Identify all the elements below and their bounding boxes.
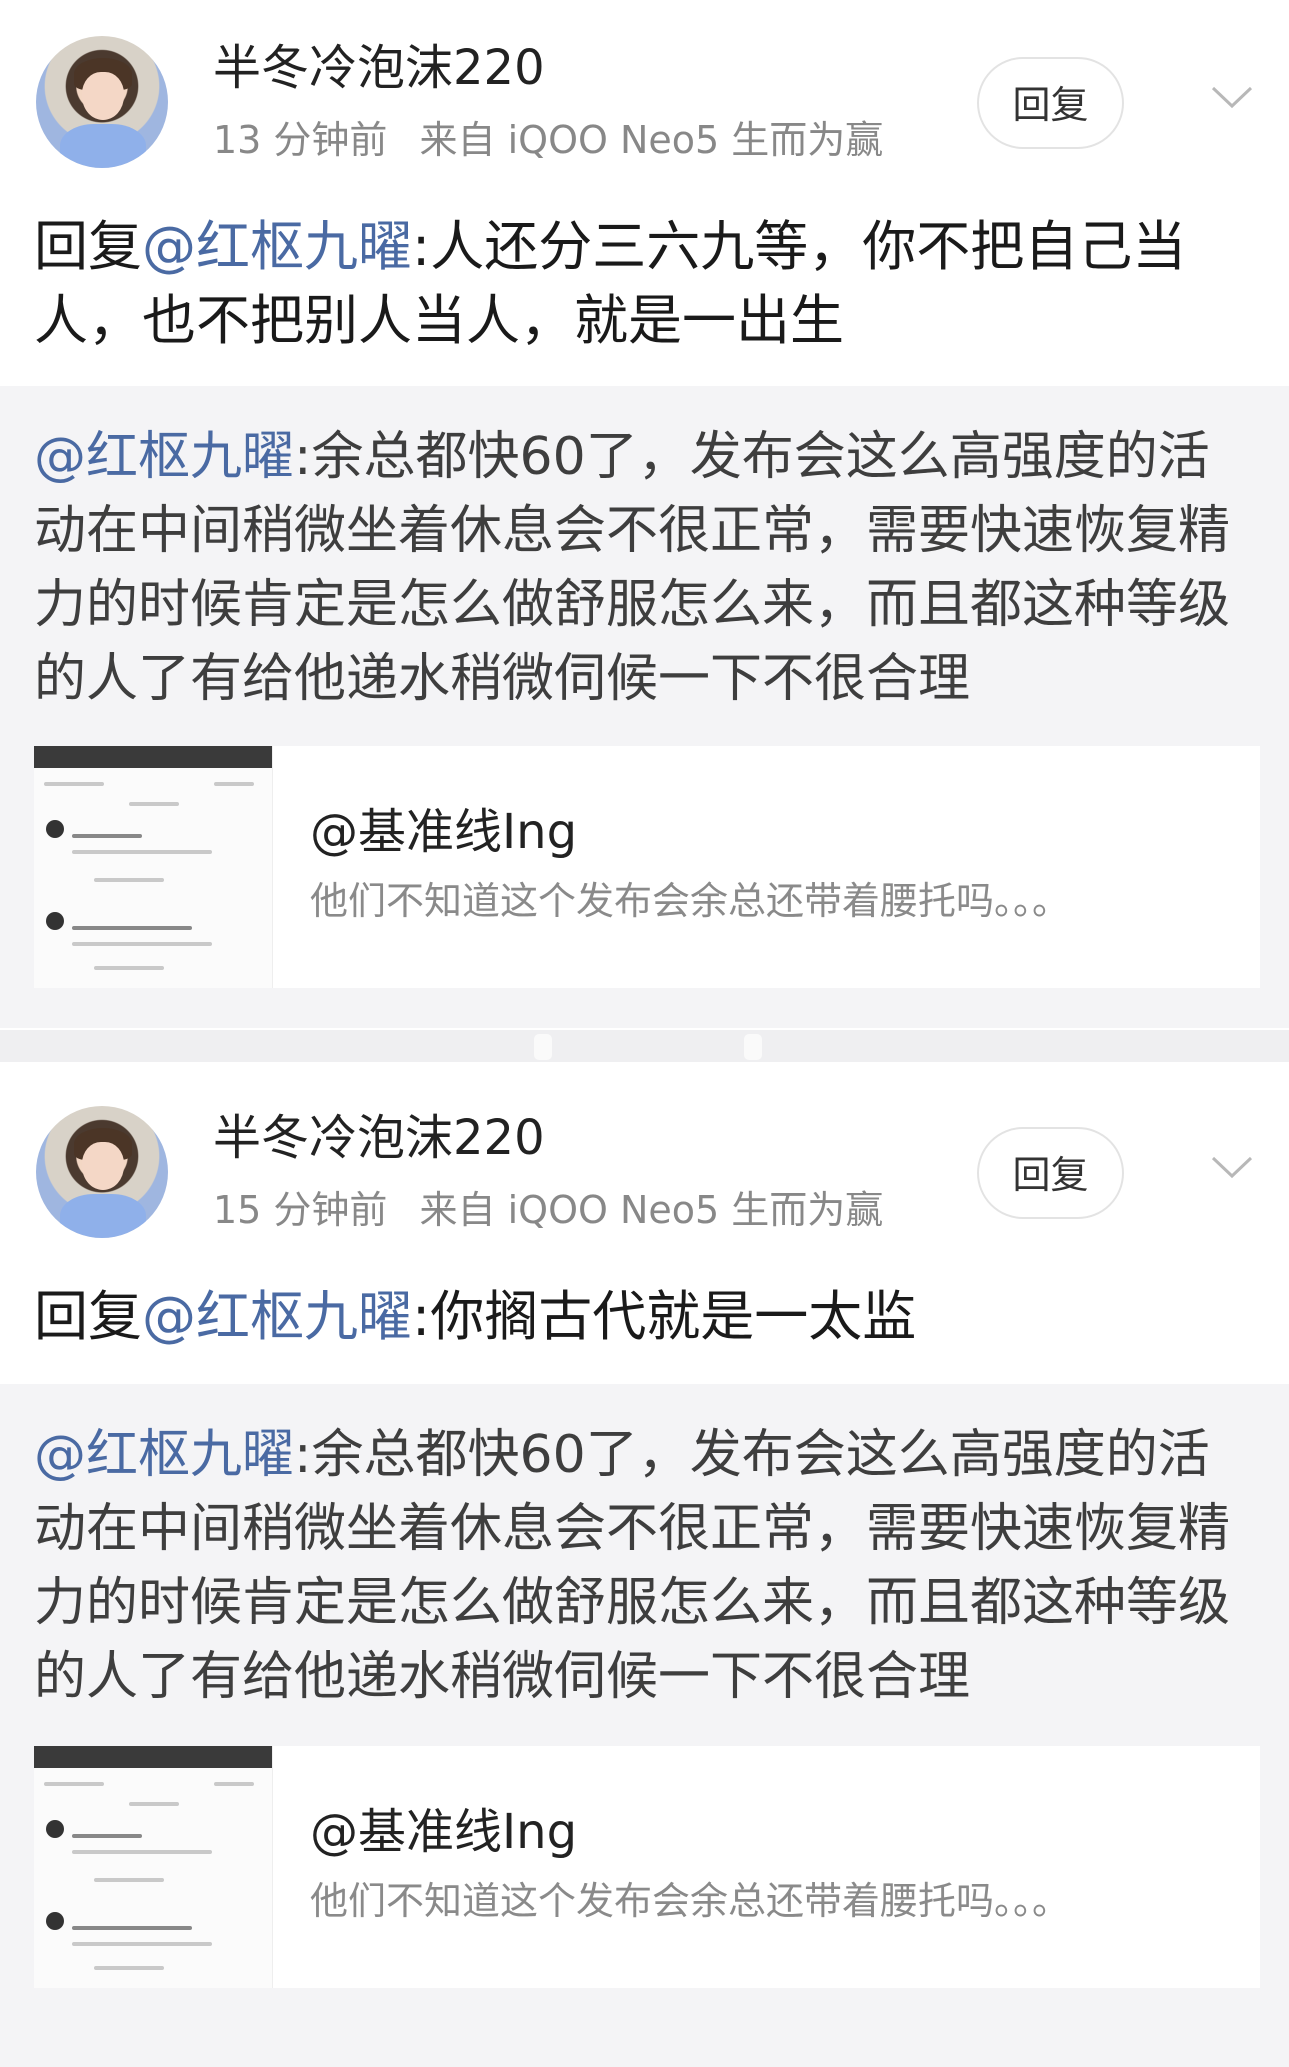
thumbnail-line bbox=[72, 926, 192, 930]
reply-mention-link[interactable]: @红枢九曜 bbox=[142, 1285, 412, 1348]
thumbnail-avatar bbox=[46, 1912, 64, 1930]
comment-source: 来自 iQOO Neo5 生而为赢 bbox=[419, 1188, 884, 1232]
card-thumbnail bbox=[34, 746, 273, 988]
avatar-shirt bbox=[60, 124, 146, 168]
thumbnail-line bbox=[72, 1834, 142, 1838]
username[interactable]: 半冬冷泡沫220 bbox=[213, 1108, 545, 1168]
reply-text: 回复@红枢九曜:人还分三六九等，你不把自己当人，也不把别人当人，就是一出生 bbox=[34, 210, 1244, 358]
comment-time: 15 分钟前 bbox=[213, 1188, 388, 1232]
link-card[interactable]: @基准线Ing 他们不知道这个发布会余总还带着腰托吗。。。 bbox=[34, 1746, 1260, 1988]
divider-knob bbox=[534, 1034, 552, 1060]
username[interactable]: 半冬冷泡沫220 bbox=[213, 38, 545, 98]
thumbnail-line bbox=[94, 878, 164, 882]
thumbnail-line bbox=[44, 1782, 104, 1786]
link-card[interactable]: @基准线Ing 他们不知道这个发布会余总还带着腰托吗。。。 bbox=[34, 746, 1260, 988]
reply-prefix: 回复 bbox=[34, 1285, 142, 1348]
comment-time: 13 分钟前 bbox=[213, 118, 388, 162]
quote-mention-link[interactable]: @红枢九曜 bbox=[34, 1425, 294, 1485]
quoted-post[interactable]: @红枢九曜:余总都快60了，发布会这么高强度的活动在中间稍微坐着休息会不很正常，… bbox=[0, 386, 1289, 1028]
thumbnail-avatar bbox=[46, 1820, 64, 1838]
divider-knob bbox=[744, 1034, 762, 1060]
card-thumbnail bbox=[34, 1746, 273, 1988]
comment-source: 来自 iQOO Neo5 生而为赢 bbox=[419, 118, 884, 162]
comment-meta: 15 分钟前 来自 iQOO Neo5 生而为赢 bbox=[213, 1184, 903, 1236]
quoted-text: @红枢九曜:余总都快60了，发布会这么高强度的活动在中间稍微坐着休息会不很正常，… bbox=[34, 420, 1254, 716]
avatar-face bbox=[82, 72, 124, 120]
comment-meta: 13 分钟前 来自 iQOO Neo5 生而为赢 bbox=[213, 114, 903, 166]
reply-button[interactable]: 回复 bbox=[977, 1127, 1124, 1219]
reply-mention-link[interactable]: @红枢九曜 bbox=[142, 215, 412, 278]
section-divider bbox=[0, 1030, 1289, 1062]
reply-button[interactable]: 回复 bbox=[977, 57, 1124, 149]
card-subtitle: 他们不知道这个发布会余总还带着腰托吗。。。 bbox=[310, 879, 1071, 923]
card-title: @基准线Ing bbox=[310, 804, 578, 860]
comment-item: 半冬冷泡沫220 13 分钟前 来自 iQOO Neo5 生而为赢 回复 回复@… bbox=[0, 0, 1289, 1030]
thumbnail-line bbox=[72, 834, 142, 838]
chevron-down-icon[interactable] bbox=[1210, 82, 1254, 112]
thumbnail-avatar bbox=[46, 912, 64, 930]
thumbnail-line bbox=[129, 1802, 179, 1806]
avatar-shirt bbox=[60, 1194, 146, 1238]
reply-body: :你搁古代就是一太监 bbox=[412, 1285, 917, 1348]
quote-mention-link[interactable]: @红枢九曜 bbox=[34, 427, 294, 487]
thumbnail-line bbox=[44, 782, 104, 786]
thumbnail-line bbox=[72, 1926, 192, 1930]
avatar[interactable] bbox=[36, 36, 168, 168]
avatar[interactable] bbox=[36, 1106, 168, 1238]
thumbnail-topbar bbox=[34, 1746, 272, 1768]
quoted-text: @红枢九曜:余总都快60了，发布会这么高强度的活动在中间稍微坐着休息会不很正常，… bbox=[34, 1418, 1254, 1714]
quoted-post[interactable]: @红枢九曜:余总都快60了，发布会这么高强度的活动在中间稍微坐着休息会不很正常，… bbox=[0, 1384, 1289, 2067]
thumbnail-line bbox=[214, 782, 254, 786]
thumbnail-line bbox=[94, 966, 164, 970]
chevron-down-icon[interactable] bbox=[1210, 1152, 1254, 1182]
card-title: @基准线Ing bbox=[310, 1804, 578, 1860]
card-subtitle: 他们不知道这个发布会余总还带着腰托吗。。。 bbox=[310, 1879, 1071, 1923]
reply-text: 回复@红枢九曜:你搁古代就是一太监 bbox=[34, 1280, 1244, 1354]
thumbnail-line bbox=[72, 1850, 212, 1854]
avatar-face bbox=[82, 1142, 124, 1190]
reply-prefix: 回复 bbox=[34, 215, 142, 278]
thumbnail-line bbox=[72, 850, 212, 854]
thumbnail-line bbox=[94, 1966, 164, 1970]
thumbnail-line bbox=[72, 942, 212, 946]
thumbnail-topbar bbox=[34, 746, 272, 768]
thumbnail-line bbox=[72, 1942, 212, 1946]
thumbnail-line bbox=[214, 1782, 254, 1786]
comment-item: 半冬冷泡沫220 15 分钟前 来自 iQOO Neo5 生而为赢 回复 回复@… bbox=[0, 1062, 1289, 2067]
thumbnail-line bbox=[129, 802, 179, 806]
thumbnail-avatar bbox=[46, 820, 64, 838]
thumbnail-line bbox=[94, 1878, 164, 1882]
